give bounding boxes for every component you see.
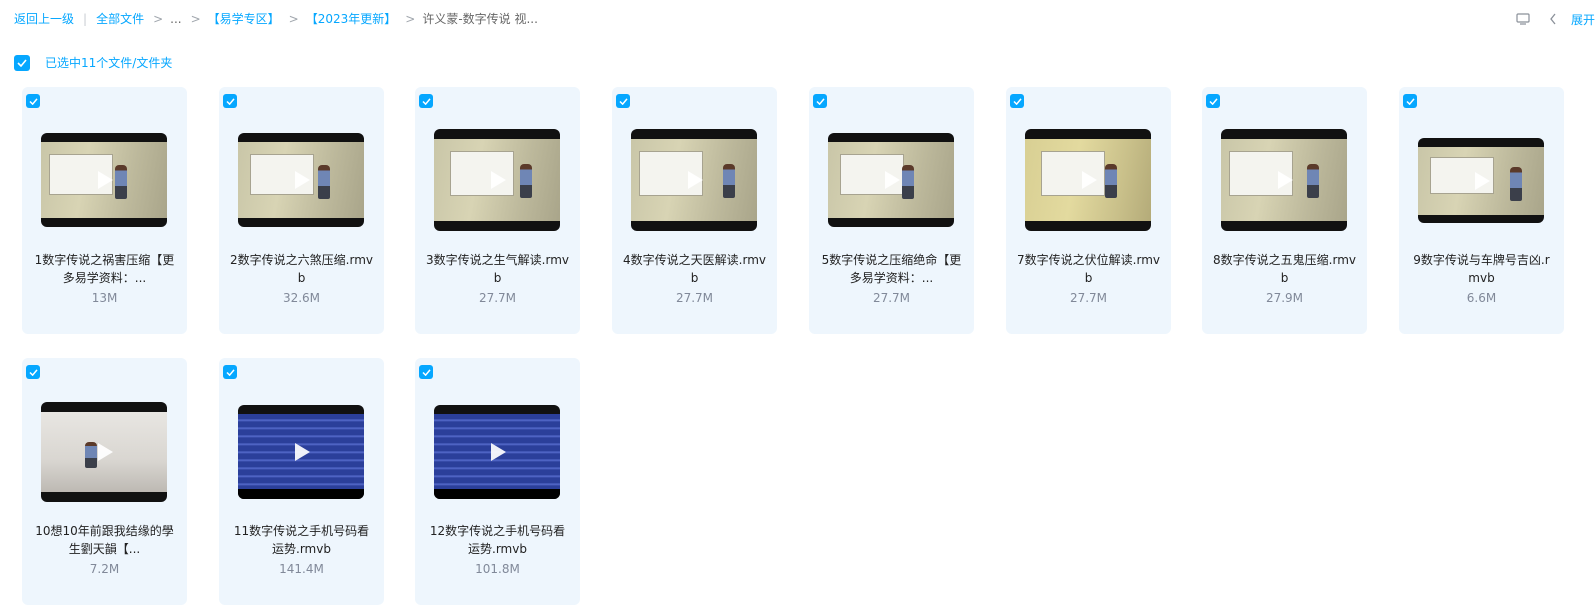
file-card[interactable]: 12数字传说之手机号码看运势.rmvb 101.8M <box>415 358 580 605</box>
play-icon <box>885 171 900 189</box>
presenter <box>520 163 532 198</box>
video-thumbnail[interactable] <box>41 402 167 502</box>
file-name[interactable]: 12数字传说之手机号码看运势.rmvb <box>425 522 570 558</box>
select-all-checkbox[interactable] <box>14 54 30 71</box>
back-link[interactable]: 返回上一级 <box>14 11 74 27</box>
video-thumbnail[interactable] <box>434 405 560 499</box>
file-size: 101.8M <box>475 562 520 576</box>
file-size: 27.7M <box>675 291 714 305</box>
expand-button[interactable]: 展开 <box>1571 11 1595 28</box>
file-name[interactable]: 2数字传说之六煞压缩.rmvb <box>229 251 374 287</box>
video-thumbnail[interactable] <box>828 133 954 227</box>
file-checkbox[interactable] <box>813 94 827 108</box>
file-name[interactable]: 10想10年前跟我结缘的學生劉天韻【... <box>32 522 177 558</box>
file-size: 27.7M <box>1069 291 1108 305</box>
file-name[interactable]: 1数字传说之祸害压缩【更多易学资料：... <box>32 251 177 287</box>
file-card[interactable]: 10想10年前跟我结缘的學生劉天韻【... 7.2M <box>22 358 187 605</box>
breadcrumb-divider: | <box>83 12 88 26</box>
file-card[interactable]: 4数字传说之天医解读.rmvb 27.7M <box>612 87 777 334</box>
presenter <box>1510 166 1522 201</box>
file-name[interactable]: 9数字传说与车牌号吉凶.rmvb <box>1409 251 1554 287</box>
file-card[interactable]: 1数字传说之祸害压缩【更多易学资料：... 13M <box>22 87 187 334</box>
breadcrumb-item-all-files[interactable]: 全部文件 <box>96 11 144 27</box>
file-size: 27.9M <box>1265 291 1304 305</box>
file-card[interactable]: 3数字传说之生气解读.rmvb 27.7M <box>415 87 580 334</box>
video-thumbnail[interactable] <box>238 405 364 499</box>
file-card[interactable]: 9数字传说与车牌号吉凶.rmvb 6.6M <box>1399 87 1564 334</box>
breadcrumb-item-2023[interactable]: 【2023年更新】 <box>306 11 397 27</box>
video-thumbnail[interactable] <box>1418 138 1544 223</box>
file-name[interactable]: 11数字传说之手机号码看运势.rmvb <box>229 522 374 558</box>
monitor-icon[interactable] <box>1515 11 1531 27</box>
file-size: 7.2M <box>89 562 120 576</box>
file-checkbox[interactable] <box>419 94 433 108</box>
video-thumbnail[interactable] <box>434 129 560 231</box>
file-checkbox[interactable] <box>1403 94 1417 108</box>
play-icon <box>491 171 506 189</box>
play-icon <box>295 171 310 189</box>
presenter <box>85 442 97 468</box>
play-icon <box>1475 171 1490 190</box>
play-icon <box>98 443 113 461</box>
breadcrumb-current: 许义蒙-数字传说 视... <box>422 12 538 26</box>
video-thumbnail[interactable] <box>631 129 757 231</box>
file-size: 141.4M <box>279 562 324 576</box>
video-thumbnail[interactable] <box>41 133 167 227</box>
file-name[interactable]: 8数字传说之五鬼压缩.rmvb <box>1212 251 1357 287</box>
file-checkbox[interactable] <box>1010 94 1024 108</box>
selection-bar: 已选中11个文件/文件夹 <box>14 54 172 71</box>
presenter <box>723 163 735 198</box>
file-size: 6.6M <box>1466 291 1497 305</box>
file-card[interactable]: 8数字传说之五鬼压缩.rmvb 27.9M <box>1202 87 1367 334</box>
file-checkbox[interactable] <box>26 365 40 379</box>
file-card[interactable]: 7数字传说之伏位解读.rmvb 27.7M <box>1006 87 1171 334</box>
breadcrumb: 返回上一级 | 全部文件 > ... > 【易学专区】 > 【2023年更新】 … <box>14 11 538 27</box>
caption-strip <box>434 489 560 499</box>
file-size: 13M <box>91 291 118 305</box>
file-card[interactable]: 2数字传说之六煞压缩.rmvb 32.6M <box>219 87 384 334</box>
presenter <box>115 164 127 199</box>
breadcrumb-item-ellipsis[interactable]: ... <box>170 11 181 27</box>
file-checkbox[interactable] <box>616 94 630 108</box>
video-thumbnail[interactable] <box>1025 129 1151 231</box>
top-bar: 返回上一级 | 全部文件 > ... > 【易学专区】 > 【2023年更新】 … <box>0 0 1595 38</box>
presenter <box>318 164 330 199</box>
play-icon <box>688 171 703 189</box>
file-size: 32.6M <box>282 291 321 305</box>
chevron-left-icon[interactable] <box>1545 11 1561 27</box>
play-icon <box>1082 171 1097 189</box>
video-thumbnail[interactable] <box>238 133 364 227</box>
play-icon <box>98 171 113 189</box>
presenter <box>1307 163 1319 198</box>
file-size: 27.7M <box>872 291 911 305</box>
file-name[interactable]: 7数字传说之伏位解读.rmvb <box>1016 251 1161 287</box>
breadcrumb-arrow-icon: > <box>288 12 299 26</box>
file-checkbox[interactable] <box>419 365 433 379</box>
breadcrumb-arrow-icon: > <box>153 12 164 26</box>
play-icon <box>295 443 310 461</box>
video-thumbnail[interactable] <box>1221 129 1347 231</box>
view-controls: 展开 <box>1515 10 1595 28</box>
file-card[interactable]: 11数字传说之手机号码看运势.rmvb 141.4M <box>219 358 384 605</box>
file-checkbox[interactable] <box>26 94 40 108</box>
caption-strip <box>238 489 364 499</box>
file-name[interactable]: 4数字传说之天医解读.rmvb <box>622 251 767 287</box>
file-name[interactable]: 3数字传说之生气解读.rmvb <box>425 251 570 287</box>
file-name[interactable]: 5数字传说之压缩绝命【更多易学资料：... <box>819 251 964 287</box>
selection-count: 已选中11个文件/文件夹 <box>45 56 173 70</box>
breadcrumb-arrow-icon: > <box>405 12 416 26</box>
file-size: 27.7M <box>478 291 517 305</box>
play-icon <box>491 443 506 461</box>
file-grid: 1数字传说之祸害压缩【更多易学资料：... 13M 2数字传说之六煞压缩.rmvb 3… <box>22 87 1595 606</box>
file-checkbox[interactable] <box>223 94 237 108</box>
file-card[interactable]: 5数字传说之压缩绝命【更多易学资料：... 27.7M <box>809 87 974 334</box>
breadcrumb-arrow-icon: > <box>190 12 201 26</box>
presenter <box>1105 163 1117 198</box>
file-checkbox[interactable] <box>1206 94 1220 108</box>
play-icon <box>1278 171 1293 189</box>
file-checkbox[interactable] <box>223 365 237 379</box>
breadcrumb-item-yixue[interactable]: 【易学专区】 <box>208 11 280 27</box>
presenter <box>902 164 914 199</box>
